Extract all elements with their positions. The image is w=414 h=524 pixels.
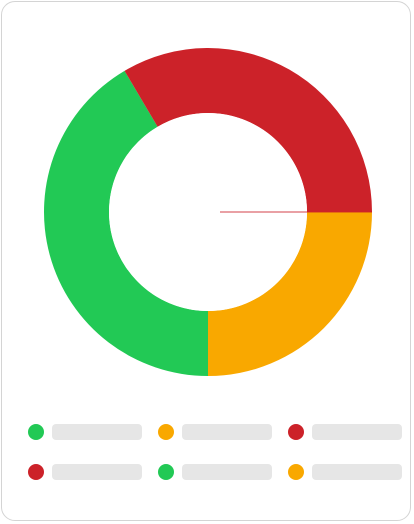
legend-swatch xyxy=(288,464,304,480)
legend-label-placeholder xyxy=(52,424,142,440)
legend-label-placeholder xyxy=(312,424,402,440)
legend-swatch xyxy=(28,424,44,440)
legend-swatch xyxy=(158,424,174,440)
legend-label-placeholder xyxy=(312,464,402,480)
legend-label-placeholder xyxy=(182,424,272,440)
legend-label-placeholder xyxy=(182,464,272,480)
donut-chart xyxy=(44,48,372,376)
legend-label-placeholder xyxy=(52,464,142,480)
legend-swatch xyxy=(158,464,174,480)
legend-swatch xyxy=(288,424,304,440)
legend-swatch xyxy=(28,464,44,480)
